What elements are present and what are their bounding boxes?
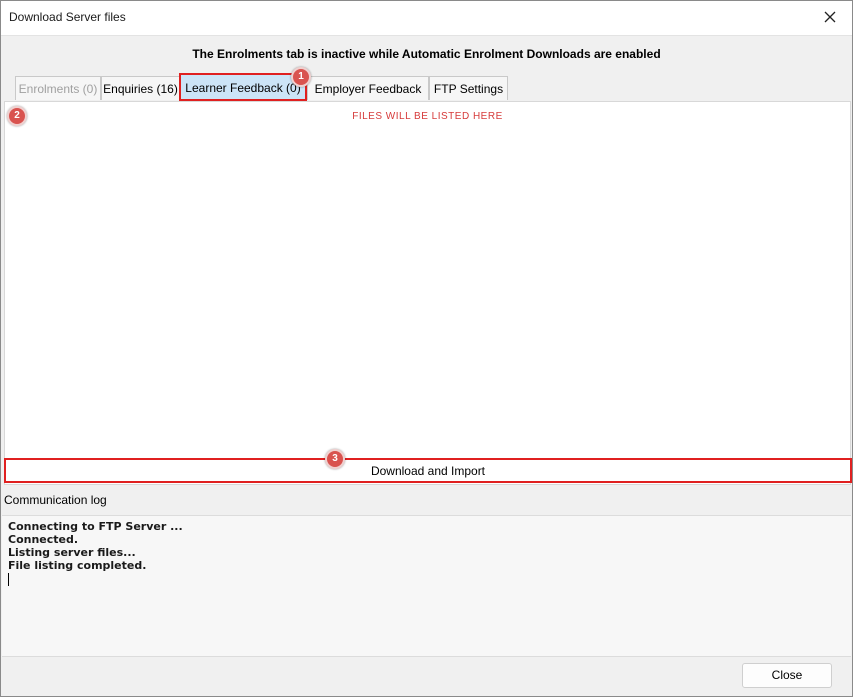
communication-log[interactable]: Connecting to FTP Server ... Connected. …: [2, 515, 851, 657]
callout-marker-2: 2: [7, 106, 27, 126]
log-line: Connecting to FTP Server ...: [8, 520, 183, 533]
callout-marker-1: 1: [291, 67, 311, 87]
tab-enrolments: Enrolments (0): [15, 76, 101, 100]
tab-enquiries[interactable]: Enquiries (16): [101, 76, 180, 100]
inactive-tab-notice: The Enrolments tab is inactive while Aut…: [1, 35, 852, 73]
download-server-files-dialog: Download Server files The Enrolments tab…: [0, 0, 853, 697]
file-list-placeholder: FILES WILL BE LISTED HERE: [352, 111, 503, 122]
log-line: File listing completed.: [8, 559, 147, 572]
title-bar: Download Server files: [1, 1, 852, 35]
file-list-panel[interactable]: FILES WILL BE LISTED HERE: [4, 101, 851, 485]
window-title: Download Server files: [9, 10, 126, 24]
log-line: Listing server files...: [8, 546, 136, 559]
tab-employer-feedback[interactable]: Employer Feedback (1): [307, 76, 429, 120]
close-button[interactable]: Close: [742, 663, 832, 688]
download-and-import-button[interactable]: Download and Import: [4, 458, 852, 483]
log-line: Connected.: [8, 533, 79, 546]
close-icon[interactable]: [822, 9, 838, 25]
tab-learner-feedback[interactable]: Learner Feedback (0): [179, 73, 307, 101]
callout-marker-3: 3: [325, 449, 345, 469]
communication-log-label: Communication log: [4, 493, 107, 507]
text-caret: [8, 573, 9, 586]
tab-ftp-settings[interactable]: FTP Settings: [429, 76, 508, 100]
dialog-footer: Close: [2, 657, 851, 696]
